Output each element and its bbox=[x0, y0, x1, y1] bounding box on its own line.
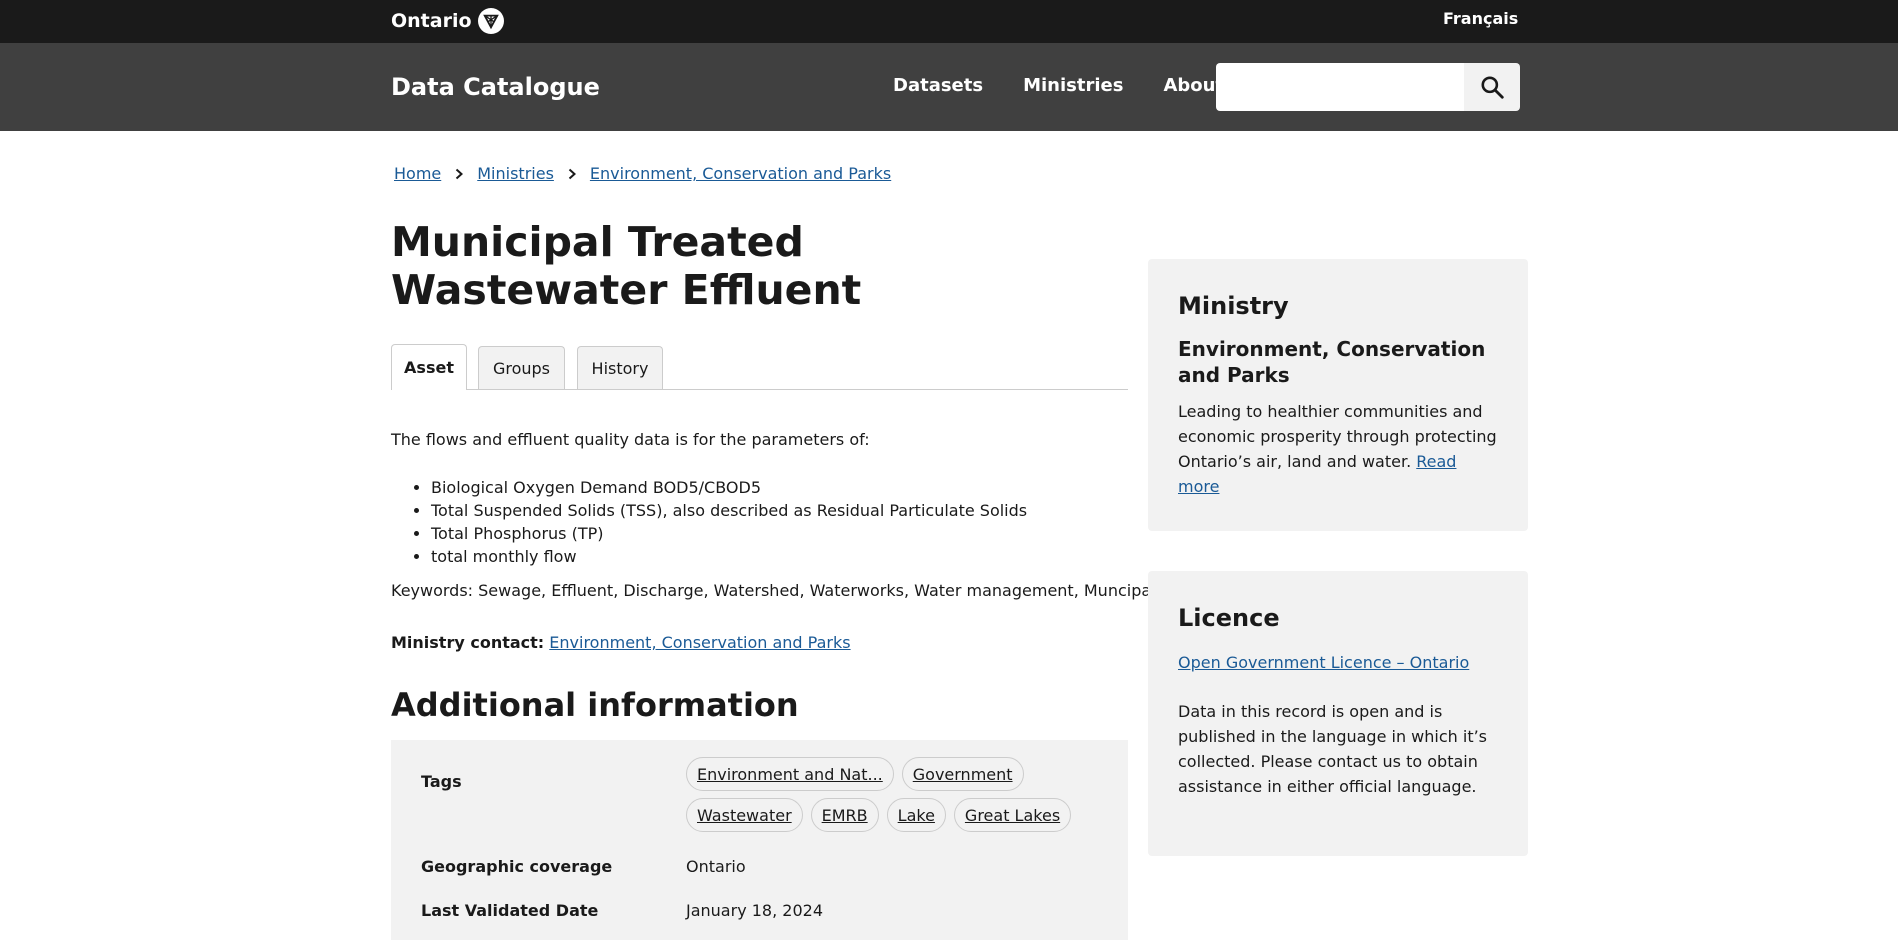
tag-list: Environment and Nat... Government Wastew… bbox=[686, 757, 1096, 832]
parameters-list: Biological Oxygen Demand BOD5/CBOD5 Tota… bbox=[391, 476, 1027, 568]
geo-coverage-label: Geographic coverage bbox=[421, 857, 613, 876]
breadcrumb: Home Ministries Environment, Conservatio… bbox=[394, 164, 891, 183]
additional-info-heading: Additional information bbox=[391, 686, 799, 724]
tag-chip[interactable]: Government bbox=[901, 757, 1024, 791]
breadcrumb-home[interactable]: Home bbox=[394, 164, 441, 183]
tab-asset[interactable]: Asset bbox=[391, 344, 467, 390]
nav-ministries[interactable]: Ministries bbox=[1023, 75, 1123, 96]
licence-link[interactable]: Open Government Licence – Ontario bbox=[1178, 653, 1469, 672]
tag-chip[interactable]: Lake bbox=[886, 798, 946, 832]
licence-description: Data in this record is open and is publi… bbox=[1178, 702, 1488, 796]
top-bar: Ontario Français bbox=[0, 0, 1898, 43]
brand-text: Ontario bbox=[391, 10, 472, 32]
ontario-logo[interactable]: Ontario bbox=[391, 8, 504, 34]
list-item: Total Phosphorus (TP) bbox=[431, 522, 1027, 545]
ministry-card: Ministry Environment, Conservation and P… bbox=[1148, 259, 1528, 531]
licence-link-wrapper: Open Government Licence – Ontario bbox=[1178, 650, 1498, 675]
last-validated-label: Last Validated Date bbox=[421, 901, 599, 920]
ministry-contact: Ministry contact: Environment, Conservat… bbox=[391, 633, 851, 652]
geo-coverage-value: Ontario bbox=[686, 857, 746, 876]
breadcrumb-environment[interactable]: Environment, Conservation and Parks bbox=[590, 164, 891, 183]
search-bar bbox=[1216, 63, 1520, 111]
list-item: Biological Oxygen Demand BOD5/CBOD5 bbox=[431, 476, 1027, 499]
search-icon bbox=[1481, 76, 1504, 99]
ministry-description: Leading to healthier communities and eco… bbox=[1178, 399, 1498, 499]
licence-card: Licence Open Government Licence – Ontari… bbox=[1148, 571, 1528, 856]
site-title[interactable]: Data Catalogue bbox=[391, 73, 600, 101]
chevron-right-icon bbox=[566, 168, 578, 180]
keywords-text: Keywords: Sewage, Effluent, Discharge, W… bbox=[391, 581, 1176, 600]
page-title: Municipal Treated Wastewater Effluent bbox=[391, 218, 862, 314]
tag-chip[interactable]: Wastewater bbox=[686, 798, 803, 832]
search-button[interactable] bbox=[1464, 63, 1520, 111]
tab-history[interactable]: History bbox=[577, 346, 663, 389]
chevron-right-icon bbox=[453, 168, 465, 180]
tab-bar: Asset Groups History bbox=[391, 344, 1128, 390]
ministry-name: Environment, Conservation and Parks bbox=[1178, 337, 1486, 387]
tag-chip[interactable]: Environment and Nat... bbox=[686, 757, 894, 791]
nav-datasets[interactable]: Datasets bbox=[893, 75, 983, 96]
contact-link[interactable]: Environment, Conservation and Parks bbox=[549, 633, 850, 652]
tag-chip[interactable]: Great Lakes bbox=[953, 798, 1072, 832]
tab-groups[interactable]: Groups bbox=[478, 346, 565, 389]
additional-info-panel: Tags Environment and Nat... Government W… bbox=[391, 740, 1128, 940]
list-item: total monthly flow bbox=[431, 545, 1027, 568]
contact-label: Ministry contact: bbox=[391, 633, 545, 652]
tag-chip[interactable]: EMRB bbox=[810, 798, 879, 832]
licence-heading: Licence bbox=[1178, 604, 1280, 632]
nav-about[interactable]: About bbox=[1163, 75, 1224, 96]
description-intro: The flows and effluent quality data is f… bbox=[391, 430, 870, 449]
tags-label: Tags bbox=[421, 772, 462, 791]
language-toggle-link[interactable]: Français bbox=[1443, 9, 1518, 28]
last-validated-value: January 18, 2024 bbox=[686, 901, 823, 920]
list-item: Total Suspended Solids (TSS), also descr… bbox=[431, 499, 1027, 522]
main-nav: Datasets Ministries About bbox=[893, 75, 1224, 96]
ministry-heading: Ministry bbox=[1178, 292, 1289, 320]
breadcrumb-ministries[interactable]: Ministries bbox=[477, 164, 554, 183]
search-input[interactable] bbox=[1216, 63, 1465, 111]
site-header: Data Catalogue Datasets Ministries About bbox=[0, 43, 1898, 131]
trillium-icon bbox=[477, 8, 504, 34]
